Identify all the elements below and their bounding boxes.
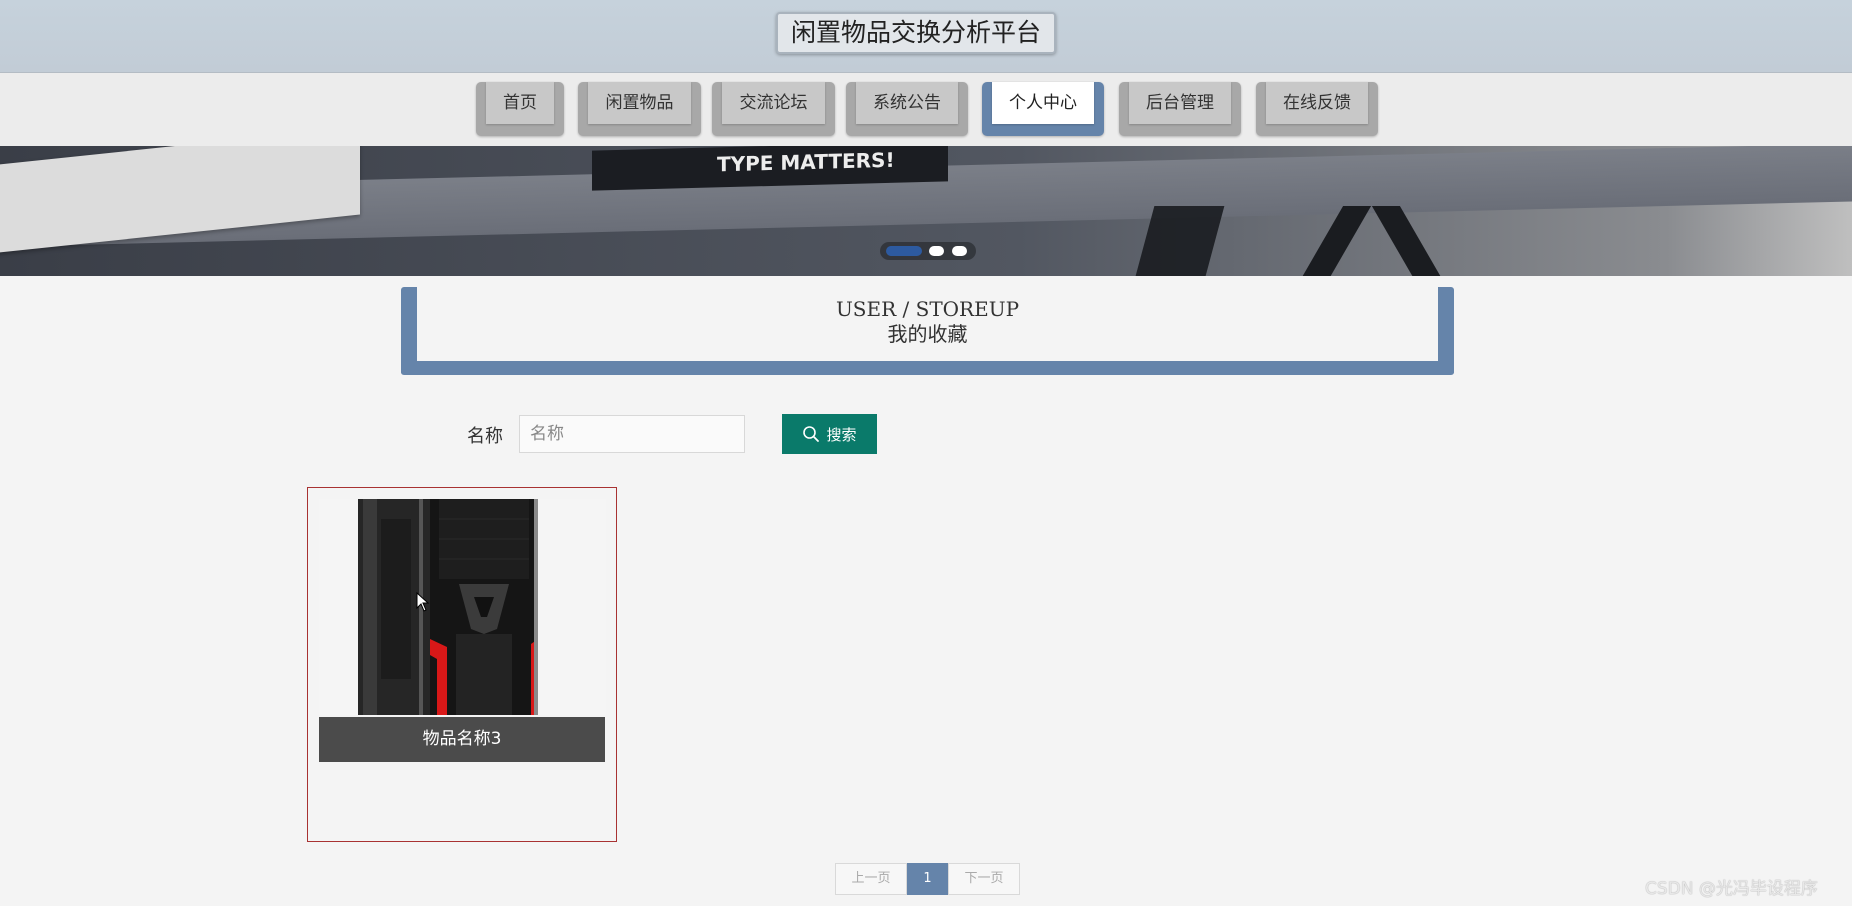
search-label: 名称 [467, 426, 503, 447]
prev-page-button[interactable]: 上一页 [835, 863, 907, 895]
search-input[interactable] [519, 415, 745, 453]
banner-carousel[interactable]: TYPE MATTERS! [0, 146, 1852, 276]
nav-feedback[interactable]: 在线反馈 [1256, 82, 1378, 136]
watermark: CSDN @光冯毕设程序 [1645, 879, 1818, 899]
nav-announcements[interactable]: 系统公告 [846, 82, 968, 136]
mouse-cursor-icon [416, 592, 430, 612]
search-button-label: 搜索 [826, 426, 857, 444]
item-image [319, 499, 606, 715]
favorite-item-card[interactable]: 物品名称3 [307, 487, 617, 842]
search-button[interactable]: 搜索 [782, 414, 877, 454]
carousel-dot-2[interactable] [929, 246, 944, 256]
nav-personal-center-label: 个人中心 [992, 82, 1094, 124]
section-title-en: USER / STOREUP [835, 297, 1020, 321]
nav-feedback-label: 在线反馈 [1266, 82, 1368, 124]
nav-personal-center[interactable]: 个人中心 [982, 82, 1104, 136]
nav-home-label: 首页 [486, 82, 554, 124]
nav-home[interactable]: 首页 [476, 82, 564, 136]
pc-case-image [319, 499, 606, 715]
nav-admin[interactable]: 后台管理 [1119, 82, 1241, 136]
nav-idle-items-label: 闲置物品 [588, 82, 691, 124]
carousel-dot-1[interactable] [886, 246, 922, 256]
item-name: 物品名称3 [319, 717, 605, 762]
nav-announcements-label: 系统公告 [856, 82, 958, 124]
nav-forum-label: 交流论坛 [722, 82, 825, 124]
site-title: 闲置物品交换分析平台 [776, 12, 1056, 54]
next-page-button[interactable]: 下一页 [948, 863, 1020, 895]
page-number-current[interactable]: 1 [907, 863, 948, 895]
section-title-cn: 我的收藏 [887, 322, 968, 346]
section-title-box: USER / STOREUP 我的收藏 [401, 287, 1454, 375]
nav-forum[interactable]: 交流论坛 [712, 82, 835, 136]
nav-idle-items[interactable]: 闲置物品 [578, 82, 701, 136]
nav-admin-label: 后台管理 [1129, 82, 1231, 124]
header: 闲置物品交换分析平台 [0, 0, 1852, 73]
carousel-dot-3[interactable] [952, 246, 967, 256]
search-icon [803, 426, 820, 442]
